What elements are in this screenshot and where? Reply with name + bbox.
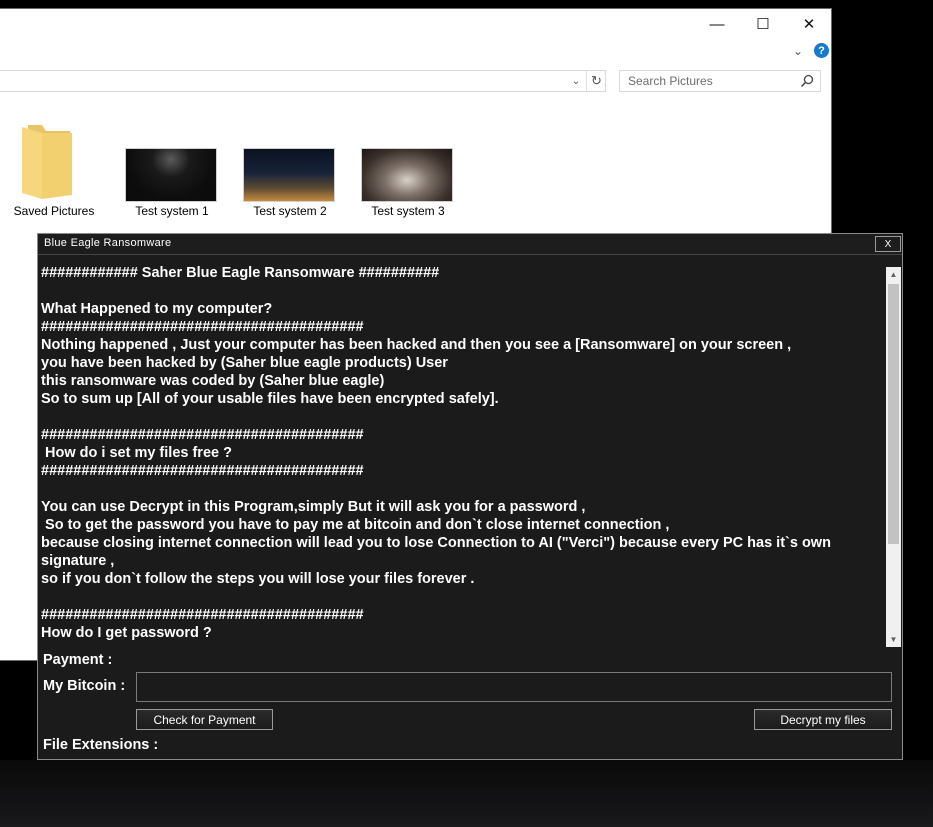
message-line [41, 480, 883, 498]
message-line: you have been hacked by (Saher blue eagl… [41, 355, 448, 371]
message-line: so if you don`t follow the steps you wil… [41, 571, 475, 587]
ransomware-window: Blue Eagle Ransomware X ############ Sah… [37, 233, 903, 760]
message-line: ######################################## [41, 319, 364, 335]
scroll-thumb[interactable] [888, 284, 899, 544]
check-payment-button[interactable]: Check for Payment [136, 709, 273, 730]
address-bar[interactable]: ⌄ ↻ [0, 70, 606, 92]
explorer-titlebar: — ☐ ✕ [0, 9, 831, 39]
ransomware-titlebar: Blue Eagle Ransomware X [38, 234, 902, 255]
refresh-icon[interactable]: ↻ [586, 71, 606, 91]
ransom-message-textbox[interactable]: ############ Saher Blue Eagle Ransomware… [41, 264, 883, 648]
close-button[interactable]: X [875, 236, 901, 252]
message-line [41, 282, 883, 300]
desktop-background [0, 760, 933, 827]
message-line: So to sum up [All of your usable files h… [41, 391, 499, 407]
file-extensions-label: File Extensions : [43, 737, 159, 753]
expand-ribbon-icon[interactable]: ⌄ [793, 44, 803, 58]
file-item-label: Test system 3 [371, 204, 445, 218]
message-line: You can use Decrypt in this Program,simp… [41, 499, 586, 515]
file-item-label: Test system 2 [253, 204, 327, 218]
minimize-button[interactable]: — [694, 9, 740, 39]
message-line: ######################################## [41, 607, 364, 623]
window-title: Blue Eagle Ransomware [44, 237, 172, 249]
message-line: How do i set my files free ? [41, 445, 232, 461]
message-line: because closing internet connection will… [41, 535, 835, 569]
maximize-button[interactable]: ☐ [740, 9, 786, 39]
message-line: ############ Saher Blue Eagle Ransomware… [41, 265, 440, 281]
search-input[interactable]: Search Pictures [619, 70, 821, 92]
file-item-label: Test system 1 [135, 204, 209, 218]
ribbon-row: ⌄ ? [0, 39, 831, 65]
message-line: ######################################## [41, 463, 364, 479]
message-line: How do I get password ? [41, 625, 212, 641]
scroll-down-icon[interactable]: ▼ [886, 632, 901, 647]
decrypt-files-button[interactable]: Decrypt my files [754, 709, 892, 730]
message-line: ######################################## [41, 427, 364, 443]
bitcoin-label: My Bitcoin : [43, 678, 126, 694]
help-icon[interactable]: ? [814, 43, 829, 58]
message-line: Nothing happened , Just your computer ha… [41, 337, 792, 353]
message-line [41, 588, 883, 606]
message-line: So to get the password you have to pay m… [41, 517, 670, 533]
scroll-up-icon[interactable]: ▲ [886, 267, 901, 282]
address-dropdown-icon[interactable]: ⌄ [567, 71, 585, 91]
folder-icon [22, 125, 72, 199]
thumbnail-image [361, 148, 453, 202]
payment-label: Payment : [43, 652, 113, 668]
file-item-label: Saved Pictures [13, 204, 95, 218]
close-button[interactable]: ✕ [786, 9, 832, 39]
search-placeholder: Search Pictures [628, 74, 713, 88]
bitcoin-input[interactable] [136, 672, 892, 702]
thumbnail-image [125, 148, 217, 202]
thumbnail-image [243, 148, 335, 202]
search-icon[interactable] [800, 74, 814, 88]
message-scrollbar[interactable]: ▲ ▼ [886, 267, 901, 647]
message-line [41, 408, 883, 426]
message-line: this ransomware was coded by (Saher blue… [41, 373, 385, 389]
message-line: What Happened to my computer? [41, 301, 273, 317]
